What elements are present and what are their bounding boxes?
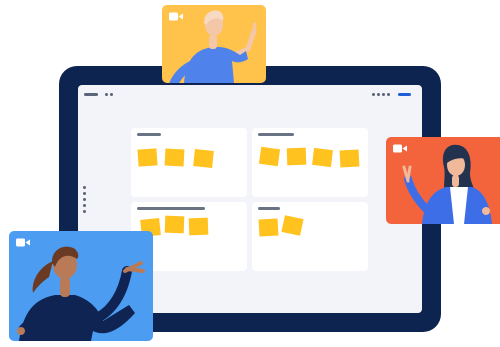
side-toolbar-dot[interactable]: [83, 210, 86, 213]
toolbar-menu-dot[interactable]: [372, 93, 375, 96]
participant-video-tile-top[interactable]: [162, 5, 266, 83]
side-toolbar-dot[interactable]: [83, 198, 86, 201]
sticky-note[interactable]: [339, 149, 360, 168]
toolbar-menu-dot[interactable]: [377, 93, 380, 96]
sticky-note[interactable]: [193, 149, 214, 168]
participant-avatar: [402, 144, 492, 224]
side-toolbar-dot[interactable]: [83, 204, 86, 207]
toolbar-dot: [110, 93, 113, 96]
sticky-note[interactable]: [164, 148, 185, 167]
toolbar-menu-dot[interactable]: [382, 93, 385, 96]
board-card[interactable]: [252, 202, 368, 271]
participant-avatar: [169, 10, 257, 83]
toolbar-dot: [105, 93, 108, 96]
participant-video-tile-right[interactable]: [386, 137, 500, 224]
card-header: [258, 207, 280, 210]
sticky-note[interactable]: [258, 146, 281, 167]
card-header: [258, 133, 294, 136]
participant-avatar: [17, 246, 145, 341]
board-card[interactable]: [252, 128, 368, 197]
sticky-note[interactable]: [164, 215, 185, 234]
video-collaboration-illustration: { "colors": { "tablet_frame": "#0d2350",…: [0, 0, 500, 347]
side-toolbar-dot[interactable]: [83, 186, 86, 189]
participant-video-tile-left[interactable]: [9, 231, 153, 341]
sticky-note[interactable]: [281, 215, 304, 236]
sticky-note[interactable]: [258, 218, 279, 237]
sticky-note[interactable]: [312, 147, 333, 168]
toolbar-menu-dot[interactable]: [387, 93, 390, 96]
sticky-note[interactable]: [188, 217, 209, 236]
sticky-note[interactable]: [286, 147, 307, 166]
share-button[interactable]: [398, 93, 411, 96]
card-header: [137, 133, 161, 136]
side-toolbar-dot[interactable]: [83, 192, 86, 195]
toolbar-title-placeholder: [84, 93, 98, 96]
board-card[interactable]: [131, 128, 247, 197]
card-header: [137, 207, 205, 210]
sticky-note[interactable]: [137, 148, 158, 167]
